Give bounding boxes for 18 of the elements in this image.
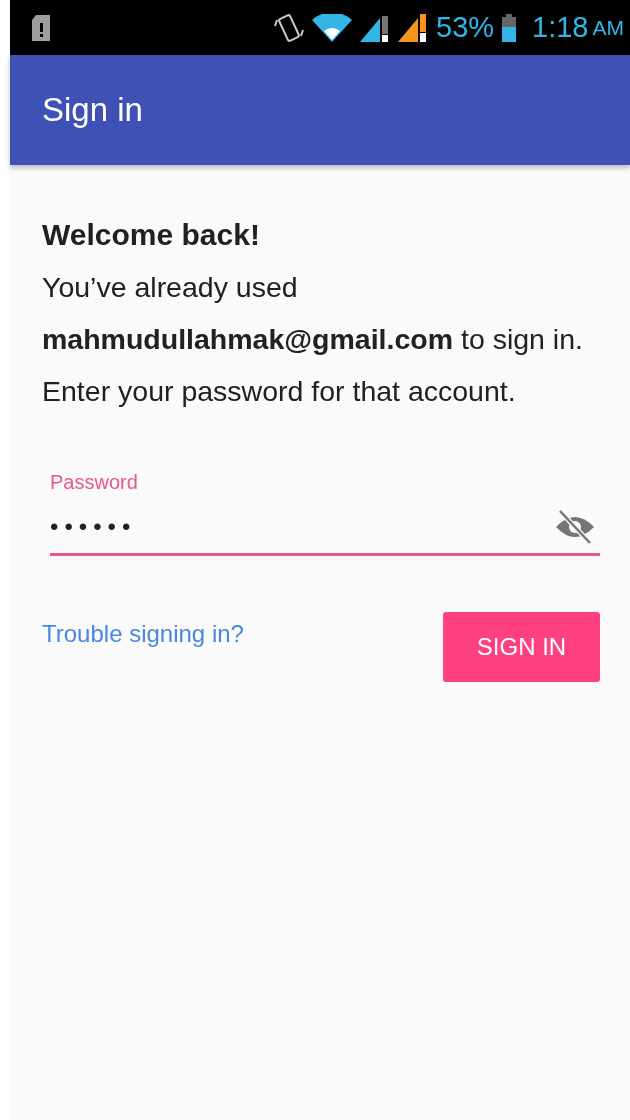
clock-time: 1:18 [532, 13, 589, 42]
battery-icon [502, 13, 517, 42]
app-bar-title: Sign in [42, 90, 143, 131]
sign-in-button[interactable]: SIGN IN [443, 612, 600, 682]
password-field[interactable]: •••••• [50, 509, 600, 556]
sd-card-alert-icon [32, 14, 50, 41]
battery-percentage: 53% [436, 13, 495, 42]
vibrate-icon [274, 11, 304, 44]
signal-icon [360, 13, 390, 42]
clock-meridiem: AM [592, 14, 624, 41]
wifi-icon [312, 13, 352, 42]
password-label: Password [50, 470, 139, 495]
password-dots: •••••• [50, 512, 138, 542]
welcome-heading: Welcome back! [42, 217, 261, 253]
welcome-message: You’ve already used mahmudullahmak@gmail.com to sign in. Enter your password for that account. [42, 270, 584, 409]
visibility-off-icon[interactable] [554, 509, 596, 545]
trouble-signing-in-link[interactable]: Trouble signing in? [42, 616, 244, 652]
signal-icon [398, 13, 428, 42]
